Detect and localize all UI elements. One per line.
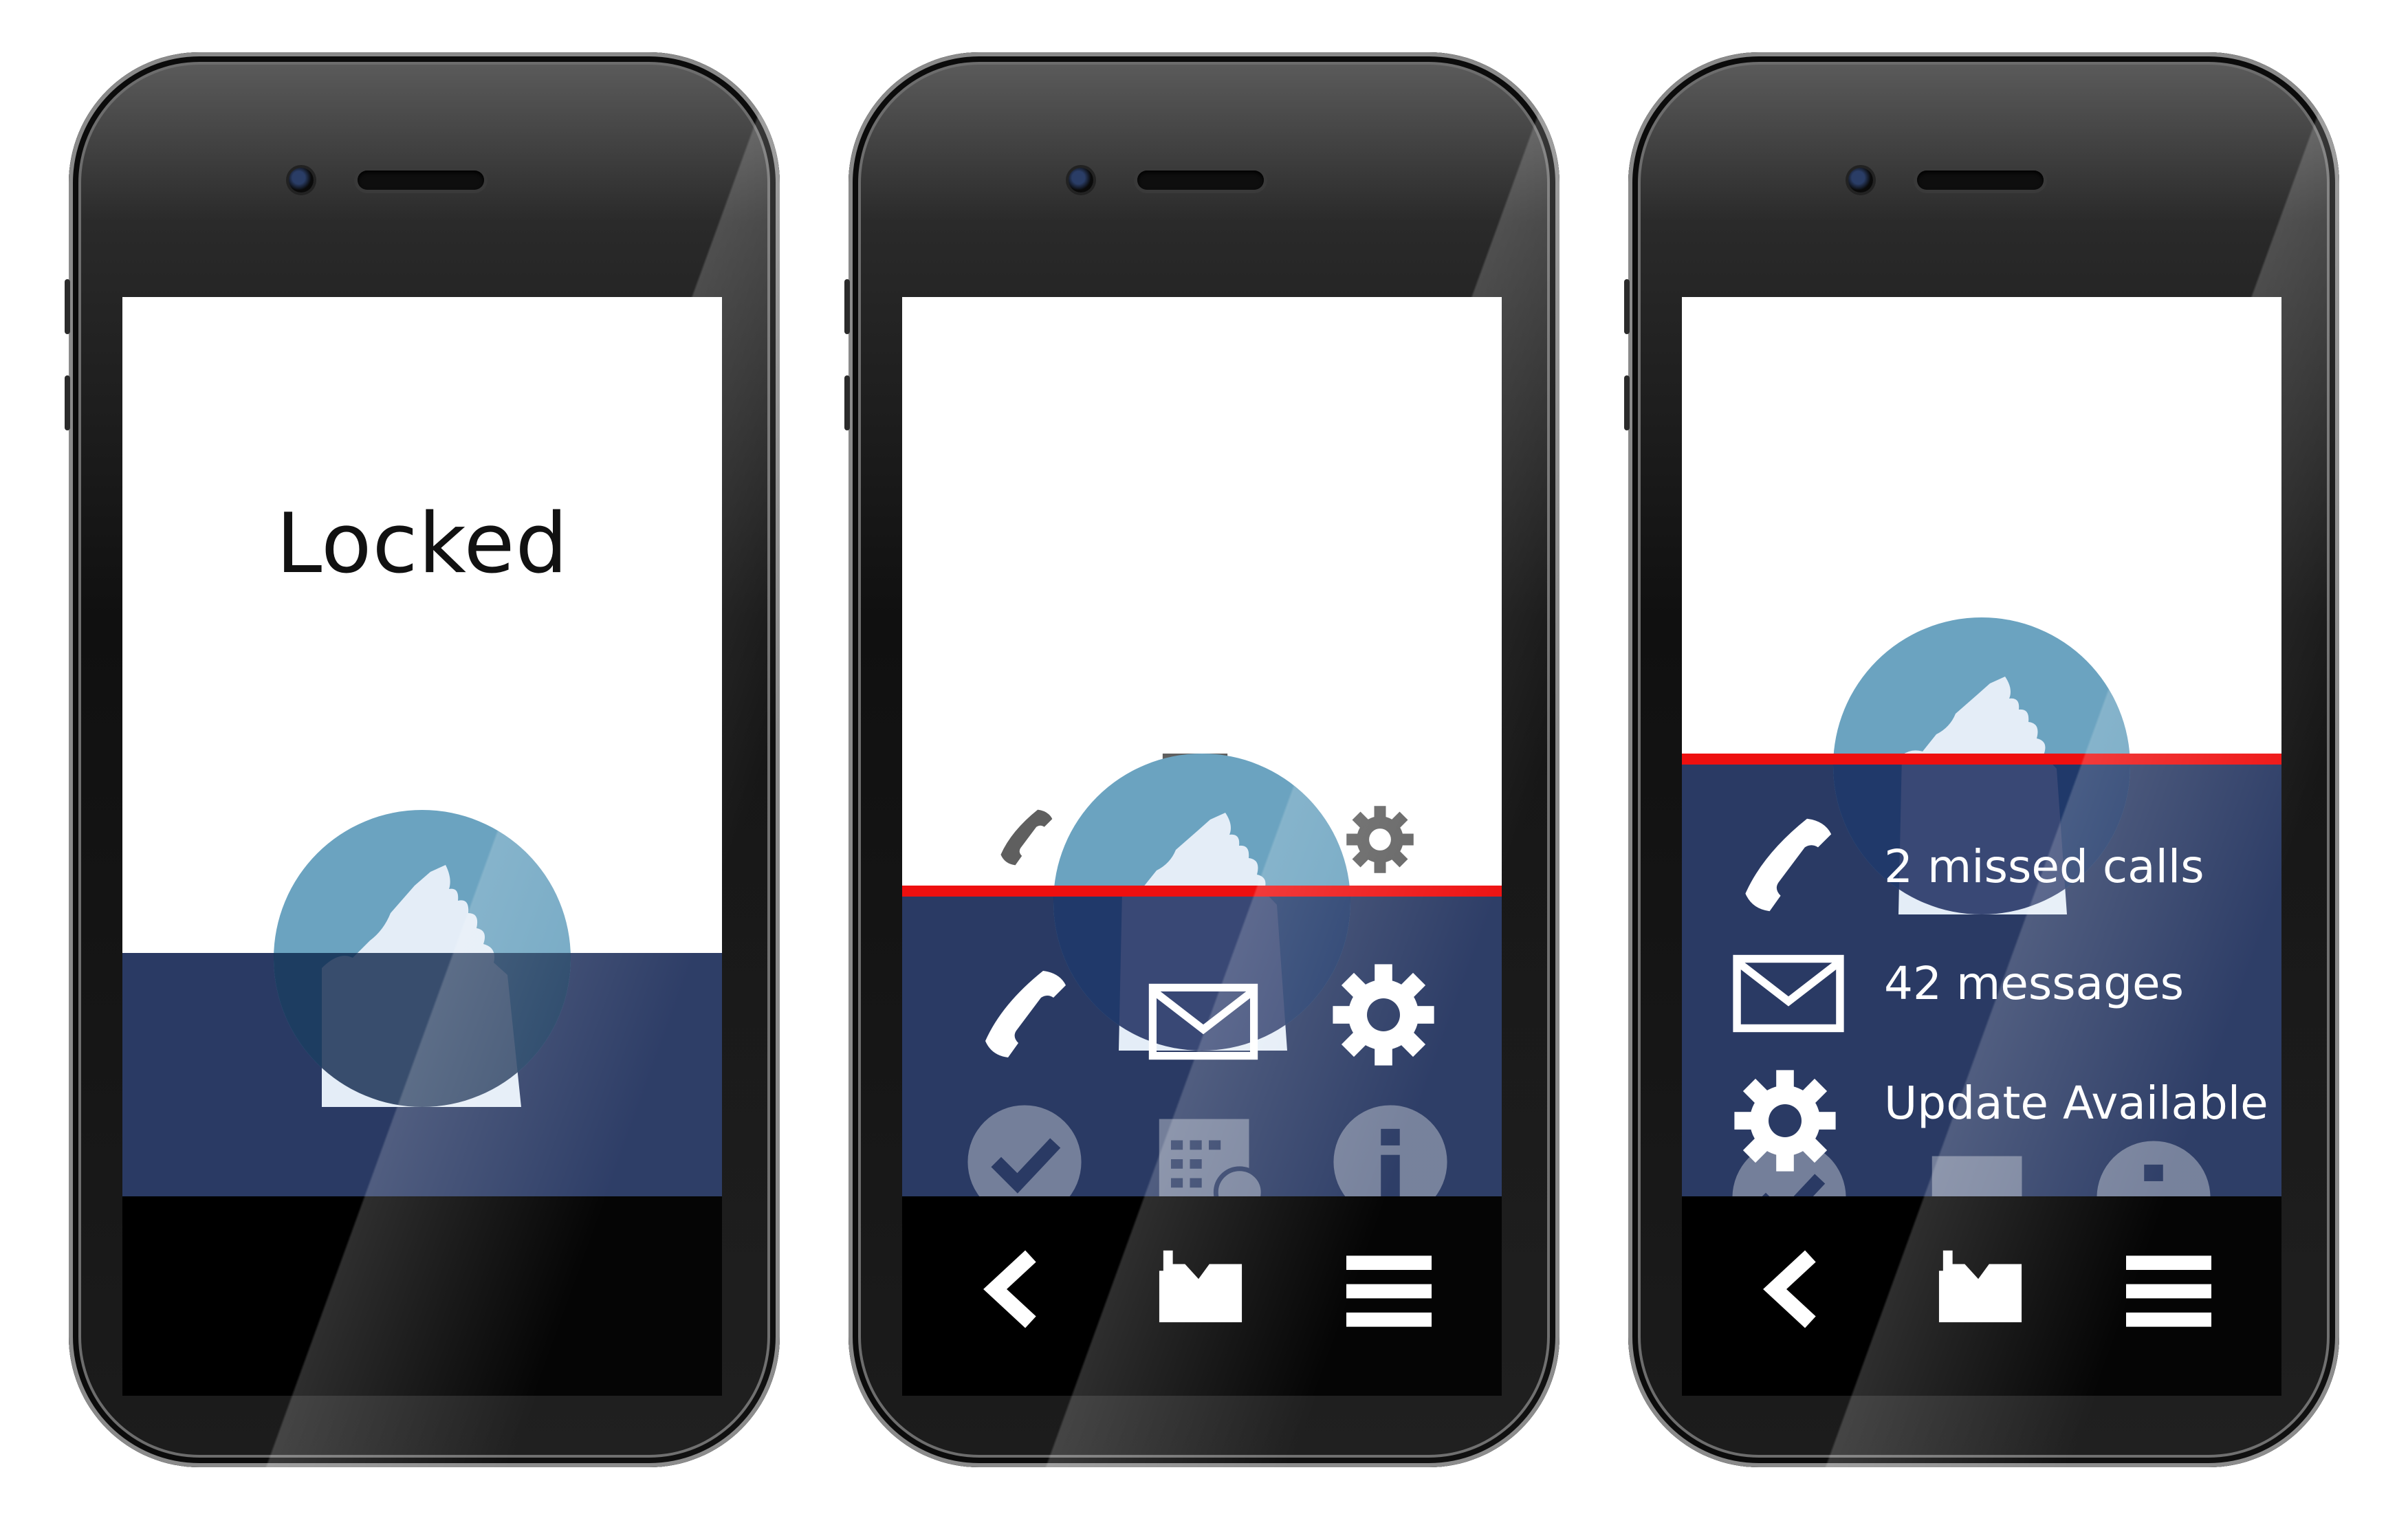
menu-icon[interactable] [1346,1255,1432,1327]
volume-button [1624,279,1630,334]
front-camera [289,168,314,193]
phone-icon[interactable] [971,963,1074,1066]
earpiece-speaker [1917,171,2044,190]
calendar-icon[interactable] [1923,1137,2041,1196]
waterline-divider [1682,754,2281,765]
notification-text[interactable]: Update Available [1884,1077,2268,1130]
phone-icon[interactable] [1730,810,1840,920]
volume-button [844,279,850,334]
locked-title: Locked [276,496,569,592]
check-icon[interactable] [965,1103,1084,1196]
calendar-icon[interactable] [1150,1100,1268,1196]
notification-text[interactable]: 2 missed calls [1884,840,2204,893]
bottom-bezel [122,1196,722,1396]
gear-icon[interactable] [1328,960,1438,1070]
nav-bar [1682,1196,2281,1396]
mail-icon[interactable] [1730,954,1847,1033]
front-camera [1848,168,1873,193]
earpiece-speaker [1137,171,1264,190]
volume-button [1624,375,1630,430]
volume-button [65,375,70,430]
check-icon[interactable] [1730,1139,1848,1196]
nav-bar [902,1196,1502,1396]
back-icon[interactable] [1759,1244,1825,1334]
phone-frame-notifications: 2 missed calls 42 messages Update Availa… [1624,52,2339,1467]
notification-text[interactable]: 42 messages [1884,957,2184,1010]
folder-icon[interactable] [1936,1243,2024,1326]
iceberg-logo[interactable] [274,810,571,1107]
folder-icon[interactable] [1157,1243,1245,1326]
phone-frame-locked: Locked [65,52,780,1467]
lock-screen: Locked [122,297,722,1196]
gear-icon[interactable] [1344,803,1416,876]
phone-icon[interactable] [992,804,1058,870]
waterline-divider [902,886,1502,897]
info-icon[interactable] [2094,1139,2213,1196]
notifications-screen: 2 missed calls 42 messages Update Availa… [1682,297,2281,1196]
back-icon[interactable] [979,1244,1045,1334]
front-camera [1069,168,1093,193]
menu-icon[interactable] [2126,1255,2211,1327]
info-icon[interactable] [1331,1103,1449,1196]
phone-frame-menu [844,52,1559,1467]
volume-button [844,375,850,430]
volume-button [65,279,70,334]
earpiece-speaker [358,171,484,190]
mail-icon[interactable] [1146,983,1261,1060]
menu-screen [902,297,1502,1196]
